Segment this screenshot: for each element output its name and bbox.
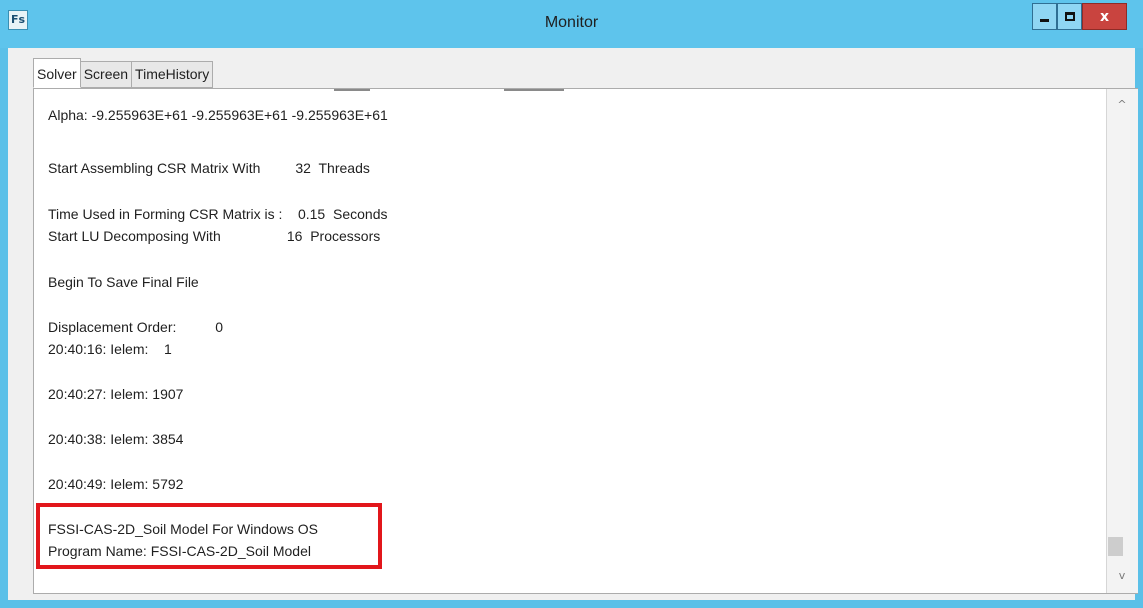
tab-solver[interactable]: Solver bbox=[33, 58, 81, 88]
maximize-icon bbox=[1064, 12, 1075, 21]
cut-off-text-fragment bbox=[334, 89, 370, 91]
log-line: Begin To Save Final File bbox=[48, 274, 199, 290]
vertical-scrollbar[interactable]: ^ v bbox=[1106, 89, 1138, 593]
minimize-button[interactable] bbox=[1032, 3, 1057, 30]
log-line: Start Assembling CSR Matrix With 32 Thre… bbox=[48, 160, 370, 176]
annotation-highlight-box bbox=[36, 503, 382, 569]
log-line: Start LU Decomposing With 16 Processors bbox=[48, 228, 381, 244]
cut-off-text-fragment bbox=[504, 89, 564, 91]
log-line: Time Used in Forming CSR Matrix is : 0.1… bbox=[48, 206, 388, 222]
app-window: Fs Monitor x Solver Screen TimeHistory A… bbox=[0, 0, 1143, 608]
window-title: Monitor bbox=[544, 14, 599, 31]
tab-timehistory[interactable]: TimeHistory bbox=[131, 61, 214, 88]
log-line: 20:40:16: Ielem: 1 bbox=[48, 341, 172, 357]
log-line: Displacement Order: 0 bbox=[48, 319, 224, 335]
maximize-button[interactable] bbox=[1057, 3, 1082, 30]
log-line: 20:40:27: Ielem: 1907 bbox=[48, 386, 184, 402]
minimize-icon bbox=[1040, 19, 1049, 22]
log-line: Alpha: -9.255963E+61 -9.255963E+61 -9.25… bbox=[48, 107, 388, 123]
log-line: 20:40:49: Ielem: 5792 bbox=[48, 476, 184, 492]
tab-strip: Solver Screen TimeHistory bbox=[33, 58, 214, 88]
tab-screen[interactable]: Screen bbox=[79, 61, 133, 88]
scroll-up-icon[interactable]: ^ bbox=[1114, 97, 1130, 113]
scrollbar-thumb[interactable] bbox=[1108, 537, 1123, 556]
log-line: 20:40:38: Ielem: 3854 bbox=[48, 431, 184, 447]
close-button[interactable]: x bbox=[1082, 3, 1127, 30]
scroll-down-icon[interactable]: v bbox=[1114, 568, 1130, 584]
close-icon: x bbox=[1099, 8, 1110, 25]
title-bar[interactable]: Fs Monitor x bbox=[0, 0, 1143, 48]
